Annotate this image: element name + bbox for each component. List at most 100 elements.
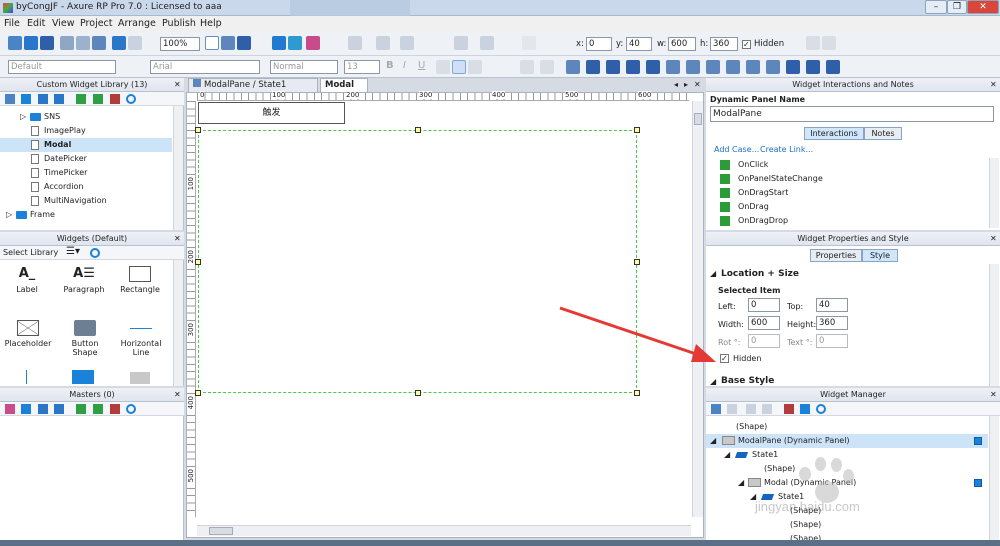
delete-icon[interactable] <box>110 404 120 414</box>
new-icon[interactable] <box>8 36 22 50</box>
align-middle-icon[interactable] <box>626 60 640 74</box>
group-icon[interactable] <box>348 36 362 50</box>
expand-icon[interactable]: ▷ <box>6 208 12 222</box>
shadow-icon[interactable] <box>826 60 840 74</box>
tab-modal[interactable]: Modal ✕ <box>320 78 368 103</box>
tree-row-selected[interactable]: ◢ ModalPane (Dynamic Panel) <box>706 434 988 448</box>
ungroup-icon[interactable] <box>746 60 760 74</box>
resize-handle[interactable] <box>415 127 421 133</box>
event-onclick[interactable]: OnClick <box>720 158 980 172</box>
close-icon[interactable]: ✕ <box>174 390 181 399</box>
tree-row[interactable]: (Shape) <box>706 420 988 434</box>
underline-button[interactable]: U <box>418 60 425 71</box>
move-up-icon[interactable] <box>38 404 48 414</box>
tab-scroll-left-icon[interactable]: ◂ <box>674 80 678 89</box>
close-button[interactable]: ✕ <box>967 0 999 14</box>
paste-icon[interactable] <box>92 36 106 50</box>
delete-icon[interactable] <box>110 94 120 104</box>
menu-arrange[interactable]: Arrange <box>118 18 156 29</box>
lock-icon[interactable] <box>706 60 720 74</box>
text-color-icon[interactable] <box>520 60 534 74</box>
move-down-icon[interactable] <box>54 404 64 414</box>
zoom-select[interactable]: 100% <box>160 37 200 51</box>
close-icon[interactable]: ✕ <box>990 80 997 89</box>
align-center-icon[interactable] <box>452 60 466 74</box>
resize-handle[interactable] <box>634 390 640 396</box>
expand-icon[interactable]: ◢ <box>738 476 744 490</box>
filter-icon[interactable] <box>800 404 810 414</box>
align-left-icon[interactable] <box>436 60 450 74</box>
close-icon[interactable]: ✕ <box>990 390 997 399</box>
border-color-icon[interactable] <box>480 36 494 50</box>
widget-button-shape[interactable]: Button Shape <box>58 320 112 357</box>
search-icon[interactable] <box>126 404 136 414</box>
add-folder-icon[interactable] <box>21 404 31 414</box>
list-item-selected[interactable]: Modal <box>0 138 172 152</box>
close-icon[interactable]: ✕ <box>694 80 701 89</box>
connect-pointer-icon[interactable] <box>221 36 235 50</box>
toolbar-extra2-icon[interactable] <box>822 36 836 50</box>
font-size-select[interactable]: 13 <box>344 60 380 74</box>
send-back-icon[interactable] <box>586 60 600 74</box>
share-icon[interactable] <box>288 36 302 50</box>
add-master-icon[interactable] <box>5 404 15 414</box>
close-icon[interactable]: ✕ <box>990 234 997 243</box>
hide-icon[interactable] <box>726 60 740 74</box>
add-page-icon[interactable] <box>5 94 15 104</box>
collapse-icon[interactable]: ◢ <box>710 377 716 386</box>
resize-handle[interactable] <box>634 127 640 133</box>
text-rotation-input[interactable]: 0 <box>816 334 848 348</box>
font-style-select[interactable]: Normal <box>270 60 338 74</box>
move-down-icon[interactable] <box>54 94 64 104</box>
dynamic-panel-name-input[interactable]: ModalPane <box>710 106 994 122</box>
scrollbar[interactable] <box>989 158 999 228</box>
menu-view[interactable]: View <box>52 18 75 29</box>
dynamic-panel-widget-icon[interactable] <box>130 372 150 384</box>
resize-handle[interactable] <box>195 127 201 133</box>
arrow-style-icon[interactable] <box>806 60 820 74</box>
publish-icon[interactable] <box>306 36 320 50</box>
resize-handle[interactable] <box>415 390 421 396</box>
widget-placeholder[interactable]: Placeholder <box>4 320 52 354</box>
event-ondragstart[interactable]: OnDragStart <box>720 186 980 200</box>
tab-scroll-right-icon[interactable]: ▸ <box>684 80 688 89</box>
connector-icon[interactable] <box>237 36 251 50</box>
distribute-h-icon[interactable] <box>666 60 680 74</box>
top-input[interactable]: 40 <box>816 298 848 312</box>
font-family-select[interactable]: Arial <box>150 60 260 74</box>
toolbar-extra-icon[interactable] <box>806 36 820 50</box>
select-library-dropdown[interactable]: Select Library <box>3 248 58 257</box>
outdent-icon[interactable] <box>93 404 103 414</box>
select-pointer-icon[interactable] <box>205 36 219 50</box>
h-field[interactable]: 360 <box>710 37 738 51</box>
x-field[interactable]: 0 <box>586 37 612 51</box>
menu-file[interactable]: File <box>4 18 20 29</box>
tab-notes[interactable]: Notes <box>864 127 902 140</box>
outdent-icon[interactable] <box>93 94 103 104</box>
duplicate-icon[interactable] <box>727 404 737 414</box>
move-down-icon[interactable] <box>762 404 772 414</box>
y-field[interactable]: 40 <box>626 37 652 51</box>
distribute-v-icon[interactable] <box>686 60 700 74</box>
align-icon[interactable] <box>376 36 390 50</box>
add-case-link[interactable]: Add Case... <box>714 145 759 154</box>
scroll-thumb[interactable] <box>209 527 233 535</box>
bring-front-icon[interactable] <box>566 60 580 74</box>
tab-modalpane-state1[interactable]: ModalPane / State1 (Modal) ✕ <box>188 78 318 103</box>
save-icon[interactable] <box>40 36 54 50</box>
close-icon[interactable]: ✕ <box>174 234 181 243</box>
distribute-icon[interactable] <box>400 36 414 50</box>
widget-label[interactable]: A_ Label <box>4 266 50 300</box>
scrollbar[interactable] <box>173 106 183 230</box>
widget-style-select[interactable]: Default <box>8 60 116 74</box>
delete-icon[interactable] <box>784 404 794 414</box>
resize-handle[interactable] <box>634 259 640 265</box>
search-icon[interactable] <box>816 404 826 414</box>
rotation-input[interactable]: 0 <box>748 334 780 348</box>
expand-icon[interactable]: ▷ <box>20 110 26 124</box>
bold-button[interactable]: B <box>386 60 394 71</box>
list-item[interactable]: ▷ SNS <box>0 110 172 124</box>
list-item[interactable]: DatePicker <box>0 152 172 166</box>
indent-icon[interactable] <box>76 94 86 104</box>
create-link-link[interactable]: Create Link... <box>760 145 813 154</box>
